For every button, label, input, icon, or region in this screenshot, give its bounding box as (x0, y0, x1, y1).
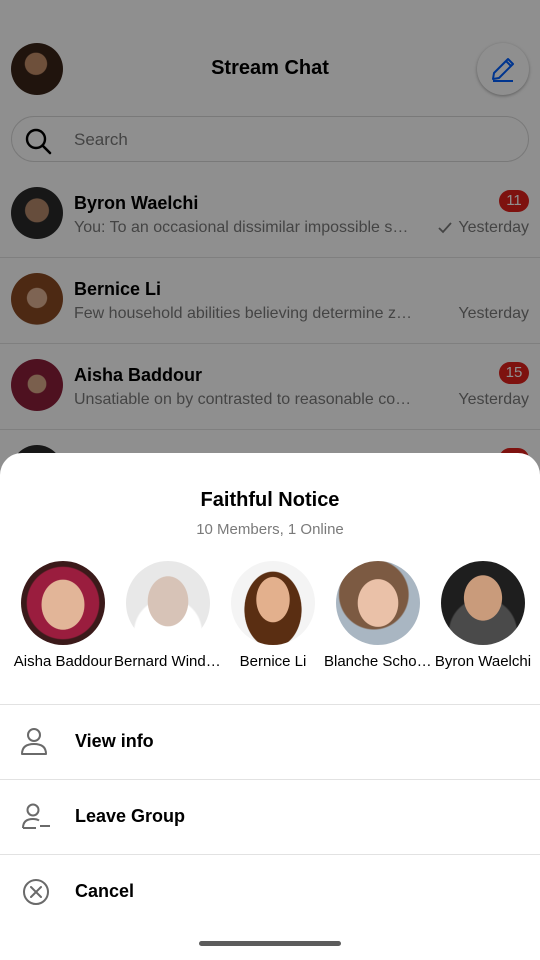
member-count: 10 Members, 1 Online (196, 521, 344, 538)
member-item[interactable]: Byron Waelchi (431, 561, 535, 671)
member-name: Byron Waelchi (434, 653, 532, 670)
avatar (21, 561, 105, 645)
leave-group-label: Leave Group (75, 806, 186, 826)
sheet-title: Faithful Notice (200, 489, 340, 511)
member-item[interactable]: Bernice Li (221, 561, 325, 671)
member-name: Bernard Windler (114, 653, 222, 670)
person-remove-icon (22, 803, 50, 829)
member-item[interactable]: Bernard Windler (114, 561, 222, 671)
member-name: Bernice Li (239, 653, 307, 670)
cancel-button[interactable]: Cancel (0, 854, 540, 929)
member-item[interactable]: Blanche Schoen (324, 561, 432, 671)
view-info-label: View info (75, 731, 154, 751)
member-name: Blanche Schoen (324, 653, 432, 670)
channel-actions-sheet: Faithful Notice 10 Members, 1 Online Ais… (0, 453, 540, 960)
close-circle-icon (23, 879, 49, 905)
home-indicator[interactable] (199, 941, 341, 946)
member-name: Aisha Baddour (13, 653, 113, 670)
avatar (231, 561, 315, 645)
view-info-button[interactable]: View info (0, 704, 540, 779)
person-icon (21, 728, 47, 755)
member-item[interactable]: Aisha Baddour (11, 561, 115, 671)
cancel-label: Cancel (75, 881, 135, 901)
members-list[interactable]: Aisha Baddour Bernard Windler Bernice Li… (0, 561, 540, 671)
leave-group-button[interactable]: Leave Group (0, 779, 540, 854)
avatar (126, 561, 210, 645)
avatar (441, 561, 525, 645)
avatar (336, 561, 420, 645)
